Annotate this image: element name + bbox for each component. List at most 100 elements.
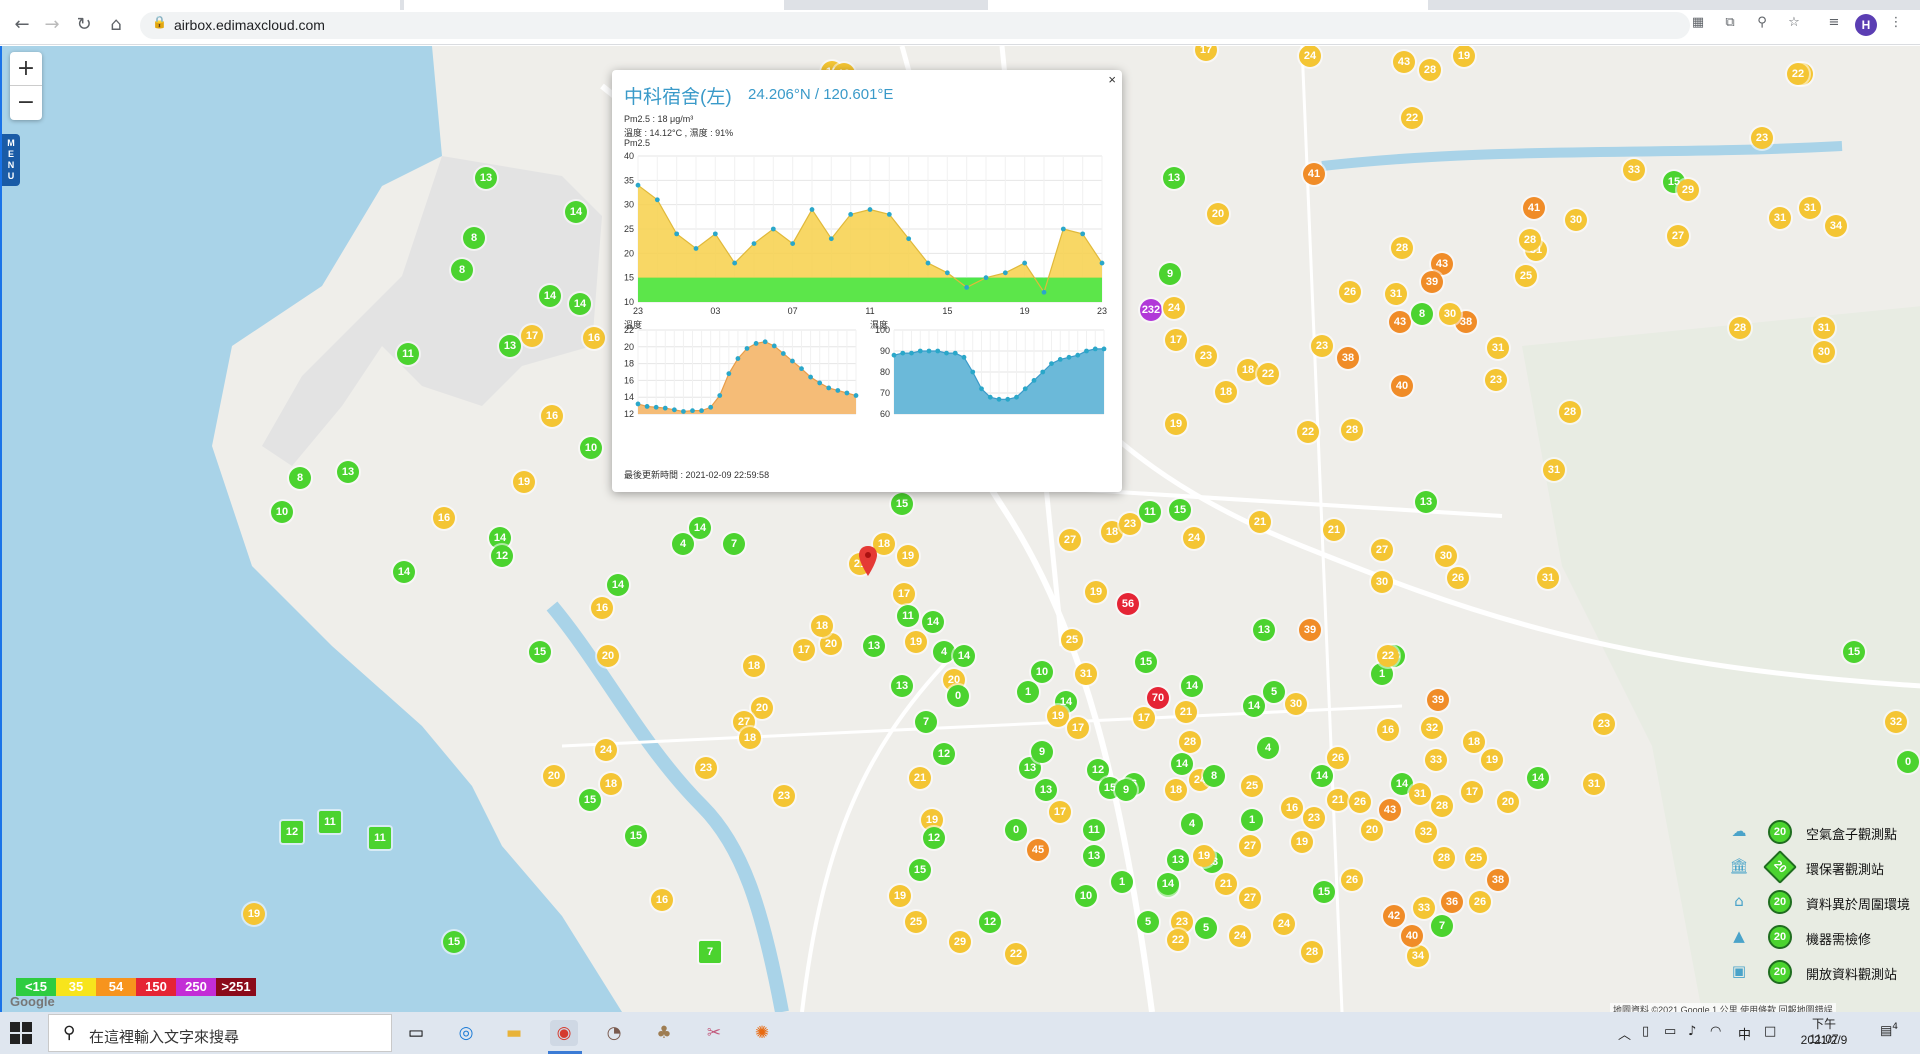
station-marker[interactable]: 19 <box>1165 413 1187 435</box>
station-marker[interactable]: 11 <box>319 811 341 833</box>
station-marker[interactable]: 21 <box>909 767 931 789</box>
station-marker[interactable]: 29 <box>949 931 971 953</box>
station-marker[interactable]: 1 <box>1241 809 1263 831</box>
url-text[interactable]: airbox.edimaxcloud.com <box>174 17 325 33</box>
station-marker[interactable]: 34 <box>1407 945 1429 967</box>
station-marker[interactable]: 15 <box>529 641 551 663</box>
station-marker[interactable]: 32 <box>1415 821 1437 843</box>
station-marker[interactable]: 13 <box>1035 779 1057 801</box>
station-marker[interactable]: 4 <box>1181 813 1203 835</box>
station-marker[interactable]: 29 <box>1677 179 1699 201</box>
reload-icon[interactable]: ↻ <box>72 13 96 37</box>
station-marker[interactable]: 31 <box>1583 773 1605 795</box>
station-marker[interactable]: 31 <box>1537 567 1559 589</box>
station-marker[interactable]: 38 <box>1487 869 1509 891</box>
station-marker[interactable]: 15 <box>1135 651 1157 673</box>
station-marker[interactable]: 17 <box>893 583 915 605</box>
station-marker[interactable]: 43 <box>1379 799 1401 821</box>
station-marker[interactable]: 31 <box>1799 197 1821 219</box>
station-marker[interactable]: 19 <box>1291 831 1313 853</box>
station-marker[interactable]: 14 <box>565 201 587 223</box>
station-marker[interactable]: 24 <box>595 739 617 761</box>
station-marker[interactable]: 21 <box>1215 873 1237 895</box>
chrome-icon[interactable]: ◉ <box>550 1020 578 1046</box>
station-marker[interactable]: 23 <box>1195 345 1217 367</box>
station-marker[interactable]: 19 <box>243 903 265 925</box>
station-marker[interactable]: 33 <box>1413 897 1435 919</box>
app-icon-blender[interactable]: ✺ <box>748 1020 776 1046</box>
station-marker[interactable]: 14 <box>689 517 711 539</box>
close-icon[interactable]: × <box>1108 72 1116 87</box>
show-hidden-icons[interactable]: ︿ <box>1618 1024 1631 1043</box>
station-marker[interactable]: 30 <box>1285 693 1307 715</box>
station-marker[interactable]: 30 <box>1435 545 1457 567</box>
station-marker[interactable]: 38 <box>1337 347 1359 369</box>
notification-icon[interactable]: ▤4 <box>1880 1022 1898 1038</box>
station-marker[interactable]: 20 <box>597 645 619 667</box>
station-marker[interactable]: 18 <box>1237 359 1259 381</box>
station-marker[interactable]: 17 <box>1049 801 1071 823</box>
reading-list-icon[interactable]: ≡ <box>1824 15 1844 33</box>
station-marker[interactable]: 12 <box>281 821 303 843</box>
station-marker[interactable]: 15 <box>1313 881 1335 903</box>
station-marker[interactable]: 5 <box>1195 917 1217 939</box>
station-marker[interactable]: 13 <box>1163 167 1185 189</box>
station-marker[interactable]: 28 <box>1519 229 1541 251</box>
station-marker[interactable]: 12 <box>979 911 1001 933</box>
station-marker[interactable]: 5 <box>1263 681 1285 703</box>
clock-date[interactable]: 2021/2/9 <box>1796 1033 1852 1047</box>
station-marker[interactable]: 22 <box>1257 363 1279 385</box>
station-marker[interactable]: 20 <box>1361 819 1383 841</box>
zoom-in-button[interactable]: + <box>10 52 42 86</box>
location-pin-icon[interactable] <box>859 546 877 576</box>
station-marker[interactable]: 19 <box>1047 705 1069 727</box>
station-marker[interactable]: 18 <box>739 727 761 749</box>
station-marker[interactable]: 25 <box>1061 629 1083 651</box>
station-marker[interactable]: 10 <box>1075 885 1097 907</box>
station-marker[interactable]: 25 <box>1465 847 1487 869</box>
station-marker[interactable]: 28 <box>1431 795 1453 817</box>
station-marker[interactable]: 22 <box>1297 421 1319 443</box>
station-marker[interactable]: 17 <box>1067 717 1089 739</box>
station-marker[interactable]: 23 <box>695 757 717 779</box>
station-marker[interactable]: 27 <box>1371 539 1393 561</box>
station-marker[interactable]: 17 <box>793 639 815 661</box>
station-marker[interactable]: 24 <box>1163 297 1185 319</box>
station-marker[interactable]: 27 <box>1239 887 1261 909</box>
station-marker[interactable]: 7 <box>723 533 745 555</box>
station-marker[interactable]: 10 <box>271 501 293 523</box>
station-marker[interactable]: 11 <box>369 827 391 849</box>
station-marker[interactable]: 20 <box>1497 791 1519 813</box>
map-attribution[interactable]: 地圖資料 ©2021 Google 1 公里 使用條款 回報地圖錯誤 <box>1610 1003 1836 1012</box>
station-marker[interactable]: 26 <box>1469 891 1491 913</box>
device-icon[interactable]: ▯ <box>1642 1024 1649 1039</box>
ime-indicator[interactable]: 中 <box>1738 1024 1751 1043</box>
station-marker[interactable]: 18 <box>1165 779 1187 801</box>
station-marker[interactable]: 22 <box>1787 63 1809 85</box>
station-marker[interactable]: 26 <box>1339 281 1361 303</box>
station-marker[interactable]: 23 <box>1485 369 1507 391</box>
station-marker[interactable]: 14 <box>1243 695 1265 717</box>
station-marker[interactable]: 14 <box>1311 765 1333 787</box>
app-icon-clock[interactable]: ◔ <box>600 1020 628 1046</box>
input-mode-icon[interactable]: □ <box>1764 1024 1776 1039</box>
station-marker[interactable]: 30 <box>1439 303 1461 325</box>
station-marker[interactable]: 23 <box>1593 713 1615 735</box>
translate-icon[interactable]: ⧉ <box>1720 15 1740 33</box>
station-marker[interactable]: 4 <box>933 641 955 663</box>
station-marker[interactable]: 31 <box>1769 207 1791 229</box>
station-marker[interactable]: 28 <box>1419 59 1441 81</box>
taskbar-search-box[interactable]: ⚲ 在這裡輸入文字來搜尋 <box>48 1014 392 1052</box>
forward-icon[interactable]: → <box>40 13 64 37</box>
station-marker[interactable]: 28 <box>1729 317 1751 339</box>
station-marker[interactable]: 19 <box>897 545 919 567</box>
station-marker[interactable]: 14 <box>1181 675 1203 697</box>
station-marker[interactable]: 7 <box>1431 915 1453 937</box>
station-marker[interactable]: 12 <box>933 743 955 765</box>
station-marker[interactable]: 15 <box>1843 641 1865 663</box>
back-icon[interactable]: ← <box>10 13 34 37</box>
station-marker[interactable]: 16 <box>541 405 563 427</box>
station-marker[interactable]: 13 <box>1083 845 1105 867</box>
station-marker[interactable]: 26 <box>1349 791 1371 813</box>
station-marker[interactable]: 14 <box>953 645 975 667</box>
